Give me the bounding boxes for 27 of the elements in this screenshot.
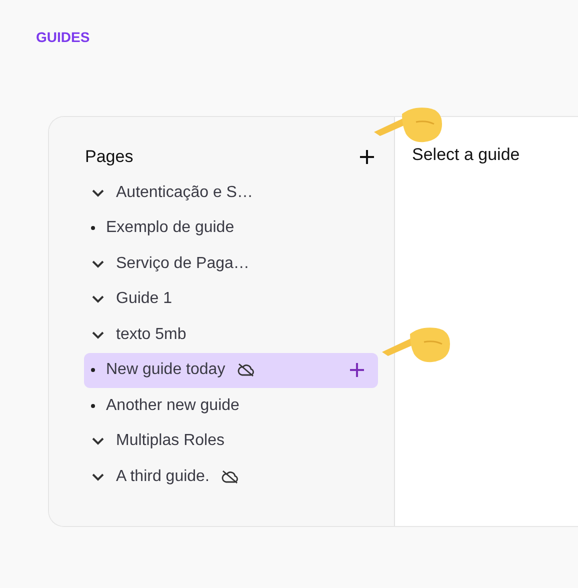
add-icon[interactable] (348, 361, 366, 380)
pointing-hand-icon (372, 106, 444, 144)
pointing-hand-icon (380, 326, 452, 364)
chevron-down-icon[interactable] (91, 436, 105, 446)
chevron-down-icon[interactable] (91, 188, 105, 198)
add-page-icon[interactable] (358, 148, 376, 166)
bullet-icon (91, 404, 95, 408)
sidebar-item[interactable]: New guide today (84, 352, 378, 388)
sidebar-item[interactable]: Autenticação e S… (84, 175, 378, 210)
main-heading: Select a guide (412, 145, 520, 164)
chevron-down-icon[interactable] (91, 330, 105, 340)
page-title: GUIDES (36, 29, 90, 45)
sidebar-item[interactable]: Serviço de Paga… (84, 246, 378, 282)
sidebar-item[interactable]: texto 5mb (84, 317, 378, 352)
bullet-icon (91, 368, 95, 372)
sidebar-item[interactable]: A third guide. (84, 459, 378, 494)
chevron-down-icon[interactable] (91, 472, 105, 482)
sidebar-item[interactable]: Exemplo de guide (84, 210, 378, 246)
sidebar-item[interactable]: Guide 1 (84, 282, 378, 317)
bullet-icon (91, 226, 95, 230)
chevron-down-icon[interactable] (91, 294, 105, 304)
cloud-off-icon (221, 468, 240, 485)
chevron-down-icon[interactable] (91, 258, 105, 269)
sidebar-item[interactable]: Multiplas Roles (84, 424, 378, 459)
sidebar-title: Pages (85, 147, 134, 167)
cloud-off-icon (237, 362, 256, 378)
sidebar-item[interactable]: Another new guide (84, 388, 378, 424)
